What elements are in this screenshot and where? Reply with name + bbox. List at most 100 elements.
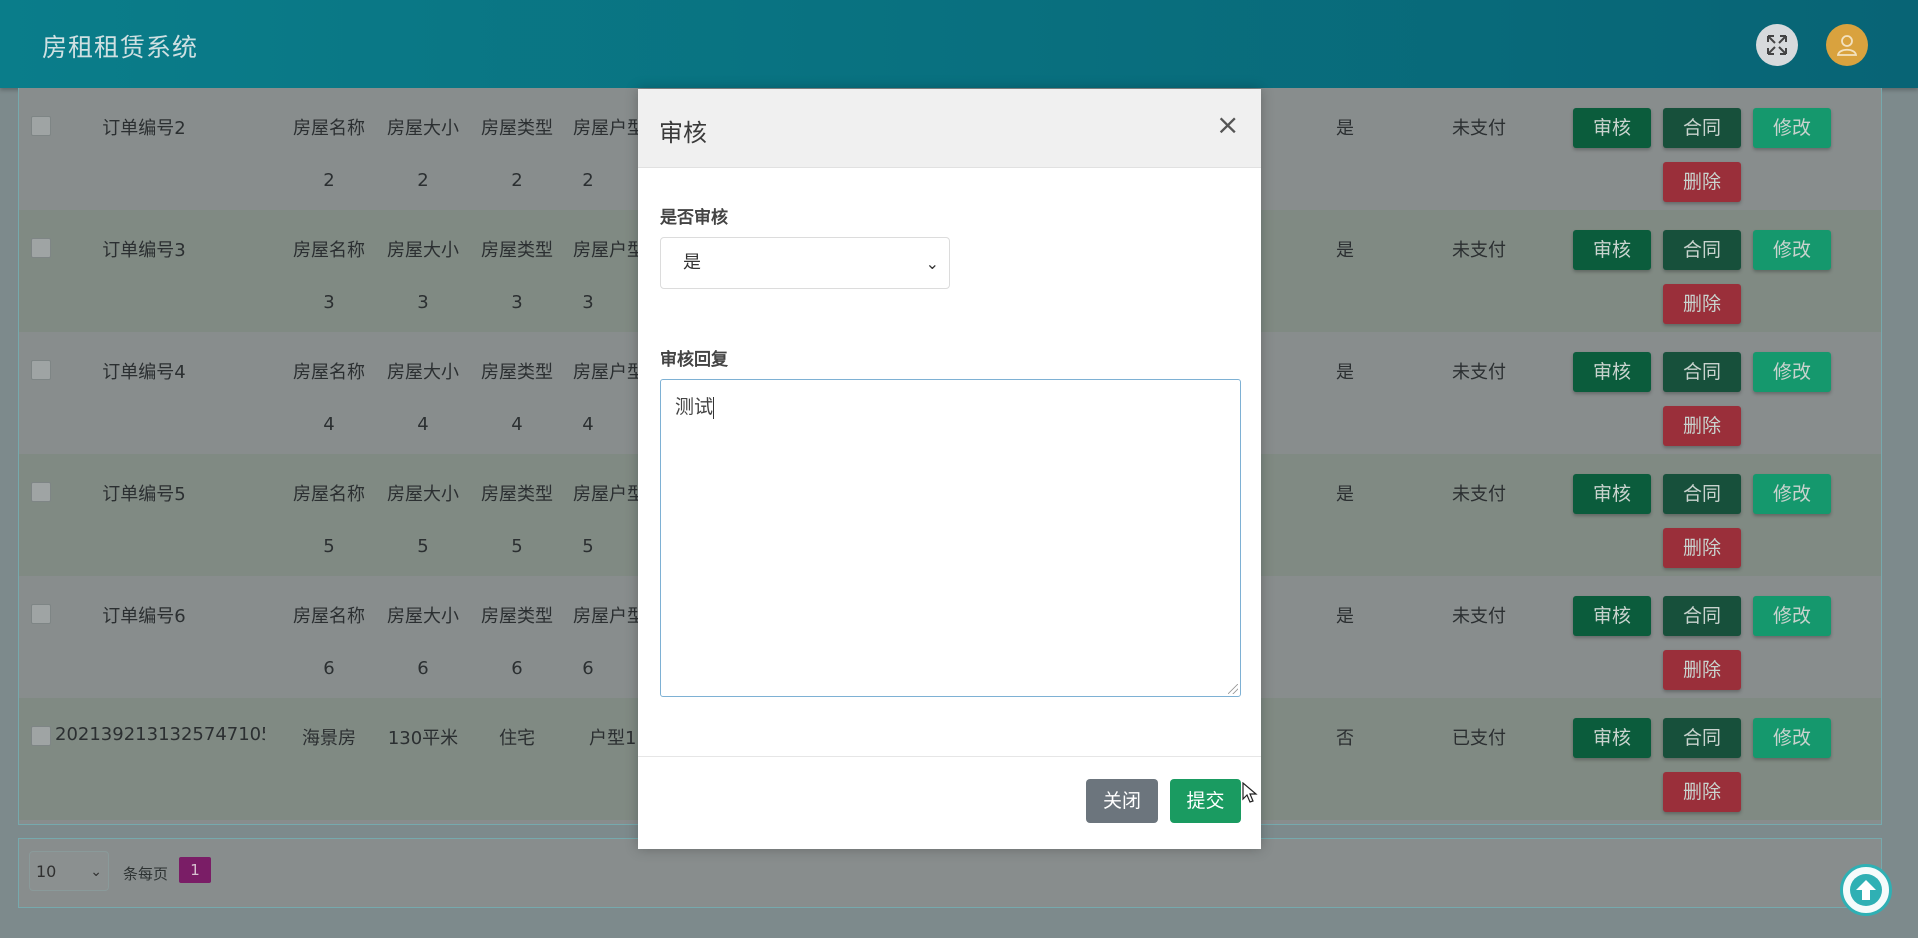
delete-button[interactable]: 删除 [1663,406,1741,446]
delete-button[interactable]: 删除 [1663,528,1741,568]
review-reply-text: 测试 [675,396,714,418]
arrow-up-circle-icon [1850,874,1882,906]
house-size-cell: 房屋大小 [387,606,459,627]
sub-value-cell: 4 [323,414,335,435]
contract-button[interactable]: 合同 [1663,230,1741,270]
edit-button[interactable]: 修改 [1753,596,1831,636]
house-type-cell: 房屋类型 [481,240,553,261]
house-name-cell: 房屋名称 [293,606,365,627]
review-status-value: 是 [683,252,701,273]
sub-value-cell: 2 [323,170,335,191]
user-icon [1836,35,1858,56]
reviewed-cell: 是 [1336,606,1354,627]
sub-value-cell: 5 [582,536,594,557]
row-checkbox[interactable] [31,482,51,502]
contract-button[interactable]: 合同 [1663,352,1741,392]
sub-value-cell: 4 [511,414,523,435]
top-header: 房租租赁系统 [0,0,1918,88]
close-button[interactable]: 关闭 [1086,779,1158,823]
app-title: 房租租赁系统 [42,33,199,62]
sub-value-cell: 3 [511,292,523,313]
contract-button[interactable]: 合同 [1663,474,1741,514]
edit-button[interactable]: 修改 [1753,474,1831,514]
house-layout-cell: 房屋户型 [573,240,639,261]
row-checkbox[interactable] [31,116,51,136]
delete-button[interactable]: 删除 [1663,162,1741,202]
reviewed-cell: 是 [1336,240,1354,261]
reviewed-cell: 否 [1336,728,1354,749]
house-name-cell: 房屋名称 [293,362,365,383]
fullscreen-button[interactable] [1756,24,1798,66]
review-button[interactable]: 审核 [1573,352,1651,392]
sub-value-cell: 5 [323,536,335,557]
contract-button[interactable]: 合同 [1663,596,1741,636]
row-checkbox[interactable] [31,604,51,624]
house-size-cell: 房屋大小 [387,484,459,505]
edit-button[interactable]: 修改 [1753,352,1831,392]
review-button[interactable]: 审核 [1573,474,1651,514]
review-button[interactable]: 审核 [1573,718,1651,758]
reviewed-cell: 是 [1336,484,1354,505]
review-reply-label: 审核回复 [660,350,728,370]
sub-value-cell: 3 [582,292,594,313]
sub-value-cell: 4 [417,414,429,435]
back-to-top-button[interactable] [1840,864,1892,916]
review-status-select[interactable]: 是 ⌄ [660,237,950,289]
submit-button[interactable]: 提交 [1170,779,1241,823]
payment-status-cell: 未支付 [1452,240,1506,261]
user-avatar-button[interactable] [1826,24,1868,66]
page-number-button[interactable]: 1 [179,857,211,883]
chevron-down-icon: ⌄ [90,864,102,880]
edit-button[interactable]: 修改 [1753,718,1831,758]
resize-handle-icon[interactable] [1228,684,1238,694]
chevron-down-icon: ⌄ [925,254,939,273]
sub-value-cell: 6 [417,658,429,679]
contract-button[interactable]: 合同 [1663,108,1741,148]
order-no-cell: 2021392131325747105 [55,724,265,745]
order-no-cell: 订单编号2 [102,118,186,139]
sub-value-cell: 6 [511,658,523,679]
delete-button[interactable]: 删除 [1663,284,1741,324]
sub-value-cell: 3 [417,292,429,313]
modal-header: 审核 × [638,89,1261,168]
delete-button[interactable]: 删除 [1663,772,1741,812]
house-size-cell: 130平米 [387,728,459,749]
review-button[interactable]: 审核 [1573,230,1651,270]
house-type-cell: 房屋类型 [481,484,553,505]
house-layout-cell: 房屋户型 [573,362,639,383]
row-checkbox[interactable] [31,726,51,746]
house-name-cell: 房屋名称 [293,484,365,505]
modal-footer: 关闭 提交 [638,756,1261,850]
house-layout-cell: 房屋户型 [573,484,639,505]
mouse-pointer-icon [1242,782,1258,803]
close-icon[interactable]: × [1216,111,1239,139]
order-no-cell: 订单编号5 [102,484,186,505]
sub-value-cell: 5 [511,536,523,557]
row-checkbox[interactable] [31,238,51,258]
reviewed-cell: 是 [1336,118,1354,139]
house-type-cell: 房屋类型 [481,118,553,139]
house-layout-cell: 房屋户型 [573,606,639,627]
sub-value-cell: 2 [511,170,523,191]
edit-button[interactable]: 修改 [1753,108,1831,148]
house-type-cell: 房屋类型 [481,606,553,627]
review-button[interactable]: 审核 [1573,108,1651,148]
order-no-cell: 订单编号6 [102,606,186,627]
row-checkbox[interactable] [31,360,51,380]
sub-value-cell: 6 [323,658,335,679]
sub-value-cell: 4 [582,414,594,435]
house-size-cell: 房屋大小 [387,362,459,383]
order-no-cell: 订单编号4 [102,362,186,383]
edit-button[interactable]: 修改 [1753,230,1831,270]
review-reply-textarea[interactable]: 测试 [660,379,1241,697]
contract-button[interactable]: 合同 [1663,718,1741,758]
review-status-label: 是否审核 [660,208,728,228]
order-no-cell: 订单编号3 [102,240,186,261]
review-modal: 审核 × 是否审核 是 ⌄ 审核回复 测试 关闭 提交 [638,89,1261,849]
reviewed-cell: 是 [1336,362,1354,383]
page-size-select[interactable]: 10 ⌄ [29,851,109,891]
delete-button[interactable]: 删除 [1663,650,1741,690]
review-button[interactable]: 审核 [1573,596,1651,636]
payment-status-cell: 未支付 [1452,484,1506,505]
text-caret [713,396,715,419]
